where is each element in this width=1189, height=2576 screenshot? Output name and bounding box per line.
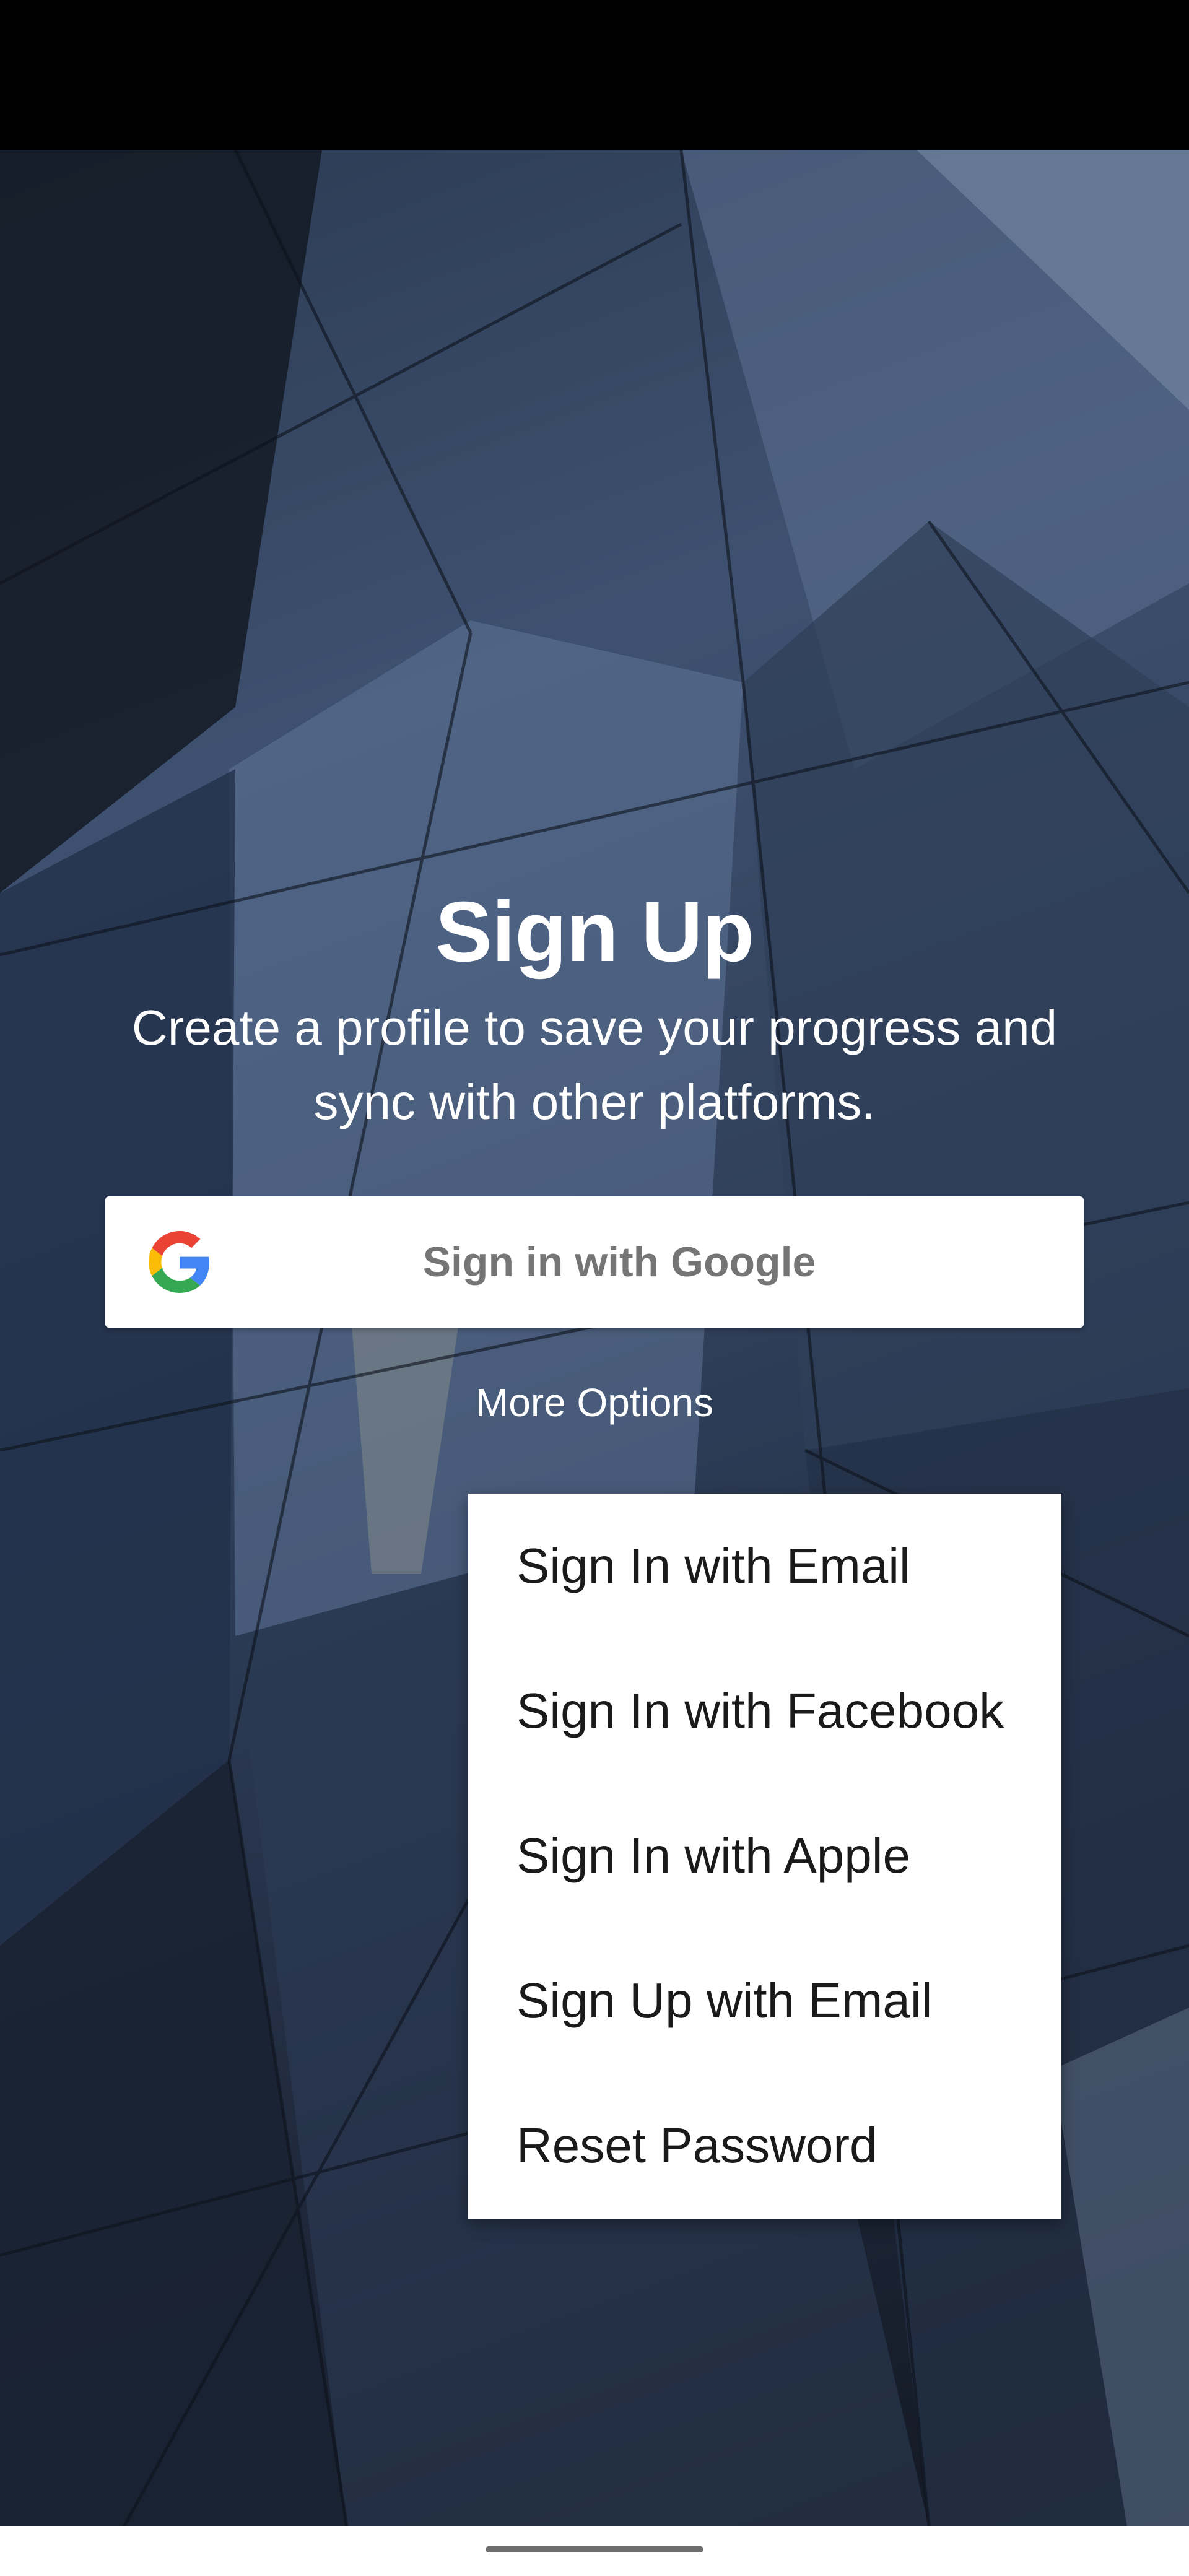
menu-item-sign-in-facebook[interactable]: Sign In with Facebook	[468, 1638, 1061, 1783]
more-options-link[interactable]: More Options	[0, 1375, 1189, 1430]
menu-item-reset-password[interactable]: Reset Password	[468, 2073, 1061, 2218]
google-button-label: Sign in with Google	[422, 1238, 816, 1286]
sign-in-with-google-button[interactable]: Sign in with Google	[105, 1196, 1084, 1328]
menu-item-sign-in-apple[interactable]: Sign In with Apple	[468, 1783, 1061, 1928]
page-subtitle: Create a profile to save your progress a…	[131, 1000, 1058, 1129]
navigation-bar	[0, 2526, 1189, 2576]
signup-content: Sign Up Create a profile to save your pr…	[0, 0, 1189, 2576]
menu-item-sign-up-email[interactable]: Sign Up with Email	[468, 1928, 1061, 2073]
more-options-menu: Sign In with Email Sign In with Facebook…	[468, 1494, 1061, 2219]
app-screen: Sign Up Create a profile to save your pr…	[0, 0, 1189, 2576]
home-indicator[interactable]	[486, 2546, 703, 2552]
page-title: Sign Up	[435, 884, 754, 980]
menu-item-sign-in-email[interactable]: Sign In with Email	[468, 1494, 1061, 1638]
google-g-icon	[149, 1231, 209, 1293]
